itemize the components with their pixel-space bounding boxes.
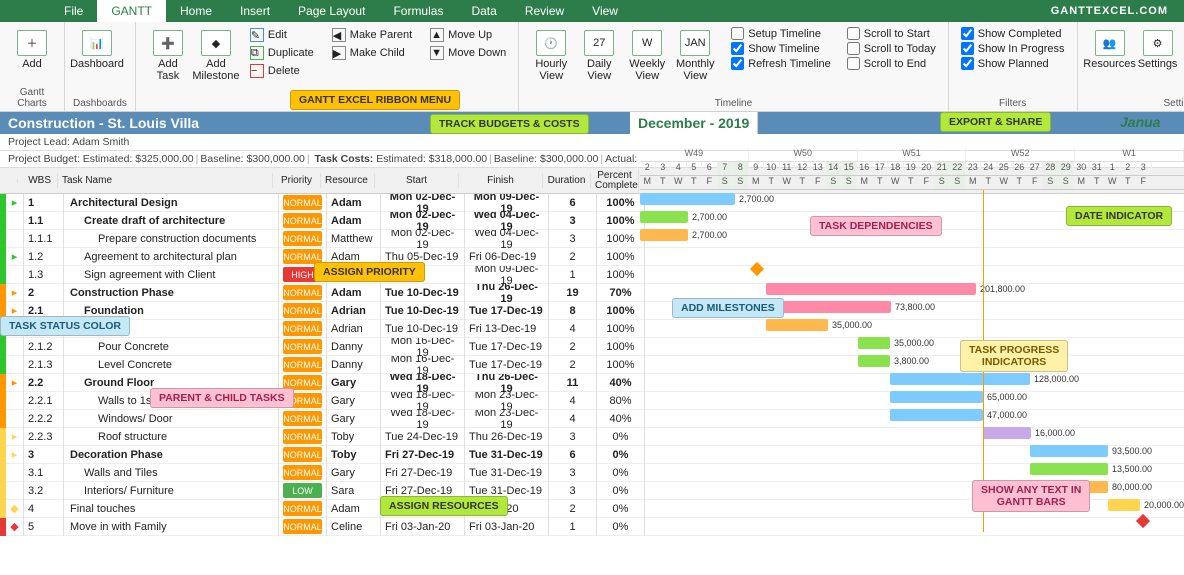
callout-priority: ASSIGN PRIORITY bbox=[314, 262, 425, 282]
group-label: Settings bbox=[1086, 98, 1184, 111]
callout-ribbon: GANTT EXCEL RIBBON MENU bbox=[290, 90, 460, 110]
callout-status: TASK STATUS COLOR bbox=[0, 316, 130, 336]
scroll-end[interactable]: Scroll to End bbox=[843, 56, 940, 71]
group-label: Filters bbox=[957, 98, 1069, 111]
refresh-timeline[interactable]: Refresh Timeline bbox=[727, 56, 835, 71]
daynum-row: 2345678910111213141516171819202122232425… bbox=[640, 162, 1184, 176]
table-row[interactable]: 1.1 Create draft of architecture NORMAL … bbox=[0, 212, 1184, 230]
make-child-button[interactable]: ▶Make Child bbox=[328, 44, 416, 62]
menu-tab[interactable]: Insert bbox=[226, 0, 284, 22]
group-label: Timeline bbox=[527, 98, 940, 111]
scroll-today[interactable]: Scroll to Today bbox=[843, 41, 940, 56]
callout-milestones: ADD MILESTONES bbox=[672, 298, 784, 318]
gantt-bar[interactable]: 35,000.00 bbox=[858, 337, 890, 349]
menu-tab[interactable]: GANTT bbox=[97, 0, 166, 22]
show-completed[interactable]: Show Completed bbox=[957, 26, 1069, 41]
menu-tab[interactable]: File bbox=[50, 0, 97, 22]
menu-tab[interactable]: Review bbox=[511, 0, 578, 22]
menubar: FileGANTTHomeInsertPage LayoutFormulasDa… bbox=[0, 0, 1184, 22]
gantt-bar[interactable]: 16,000.00 bbox=[983, 427, 1031, 439]
gantt-bar[interactable]: 2,700.00 bbox=[640, 229, 688, 241]
callout-budgets: TRACK BUDGETS & COSTS bbox=[430, 114, 589, 134]
week-row: W49W50W51W52W1 bbox=[640, 148, 1184, 162]
callout-progress: TASK PROGRESS INDICATORS bbox=[960, 340, 1068, 372]
gantt-bar[interactable]: 2,700.00 bbox=[640, 211, 688, 223]
move-up-button[interactable]: ▲Move Up bbox=[426, 26, 510, 44]
ribbon: ＋Add Gantt Charts 📊Dashboard Dashboards … bbox=[0, 22, 1184, 112]
brand: GANTTEXCEL.COM bbox=[1051, 5, 1184, 17]
add-button[interactable]: ＋Add bbox=[8, 26, 56, 74]
resources-button[interactable]: 👥Resources bbox=[1086, 26, 1134, 82]
table-row[interactable]: 1.1.1 Prepare construction documents NOR… bbox=[0, 230, 1184, 248]
menu-tab[interactable]: Page Layout bbox=[284, 0, 379, 22]
table-row[interactable]: ▸ 1 Architectural Design NORMAL Adam Mon… bbox=[0, 194, 1184, 212]
settings-button[interactable]: ⚙Settings bbox=[1134, 26, 1182, 82]
callout-export: EXPORT & SHARE bbox=[940, 112, 1051, 132]
show-planned[interactable]: Show Planned bbox=[957, 56, 1069, 71]
callout-showtext: SHOW ANY TEXT IN GANTT BARS bbox=[972, 480, 1090, 512]
next-month: Janua bbox=[1120, 114, 1160, 130]
month-label: December - 2019 bbox=[630, 112, 758, 134]
add-task-button[interactable]: ➕Add Task bbox=[144, 26, 192, 86]
gantt-bar[interactable]: 73,800.00 bbox=[766, 301, 891, 313]
project-title: Construction - St. Louis Villa bbox=[8, 115, 199, 131]
callout-parent: PARENT & CHILD TASKS bbox=[150, 388, 294, 408]
table-row[interactable]: 1.3 Sign agreement with Client HIGH Mon … bbox=[0, 266, 1184, 284]
menu-tab[interactable]: Home bbox=[166, 0, 226, 22]
scroll-start[interactable]: Scroll to Start bbox=[843, 26, 940, 41]
gantt-bar[interactable]: 93,500.00 bbox=[1030, 445, 1108, 457]
edit-button[interactable]: ✎Edit bbox=[246, 26, 318, 44]
gantt-bar[interactable]: 35,000.00 bbox=[766, 319, 828, 331]
show-timeline[interactable]: Show Timeline bbox=[727, 41, 835, 56]
monthly-view-button[interactable]: JANMonthly View bbox=[671, 26, 719, 86]
gantt-bar[interactable]: 128,000.00 bbox=[890, 373, 1030, 385]
menu-tab[interactable]: View bbox=[578, 0, 632, 22]
add-milestone-button[interactable]: ◆Add Milestone bbox=[192, 26, 240, 86]
gantt-bar[interactable]: 47,000.00 bbox=[890, 409, 983, 421]
group-label: Dashboards bbox=[73, 98, 127, 111]
table-row[interactable]: ▸ 1.2 Agreement to architectural plan NO… bbox=[0, 248, 1184, 266]
menu-tab[interactable]: Formulas bbox=[379, 0, 457, 22]
gantt-area: W49W50W51W52W1 2345678910111213141516171… bbox=[640, 148, 1184, 190]
dayletter-row: MTWTFSSMTWTFSSMTWTFSSMTWTFSSMTWTF bbox=[640, 176, 1184, 190]
group-label: Gantt Charts bbox=[8, 87, 56, 111]
gantt-bar[interactable]: 201,800.00 bbox=[766, 283, 976, 295]
make-parent-button[interactable]: ◀Make Parent bbox=[328, 26, 416, 44]
gantt-bar[interactable]: 2,700.00 bbox=[640, 193, 735, 205]
gantt-bar[interactable]: 13,500.00 bbox=[1030, 463, 1108, 475]
daily-view-button[interactable]: 27Daily View bbox=[575, 26, 623, 86]
setup-timeline[interactable]: Setup Timeline bbox=[727, 26, 835, 41]
gantt-bar[interactable]: 20,000.00 bbox=[1108, 499, 1140, 511]
duplicate-button[interactable]: ⧉Duplicate bbox=[246, 44, 318, 62]
delete-button[interactable]: −Delete bbox=[246, 62, 318, 80]
callout-deps: TASK DEPENDENCIES bbox=[810, 216, 942, 236]
callout-resources: ASSIGN RESOURCES bbox=[380, 496, 508, 516]
callout-date: DATE INDICATOR bbox=[1066, 206, 1172, 226]
hourly-view-button[interactable]: 🕐Hourly View bbox=[527, 26, 575, 86]
table-row[interactable]: NORMAL Adrian Tue 10-Dec-19 Fri 13-Dec-1… bbox=[0, 320, 1184, 338]
menu-tab[interactable]: Data bbox=[457, 0, 510, 22]
move-down-button[interactable]: ▼Move Down bbox=[426, 44, 510, 62]
gantt-bar[interactable]: 65,000.00 bbox=[890, 391, 983, 403]
show-inprogress[interactable]: Show In Progress bbox=[957, 41, 1069, 56]
weekly-view-button[interactable]: WWeekly View bbox=[623, 26, 671, 86]
dashboard-button[interactable]: 📊Dashboard bbox=[73, 26, 121, 74]
table-row[interactable]: ◆ 5 Move in with Family NORMAL Celine Fr… bbox=[0, 518, 1184, 536]
table-row[interactable]: ▸ 2.1 Foundation NORMAL Adrian Tue 10-De… bbox=[0, 302, 1184, 320]
gantt-bar[interactable]: 3,800.00 bbox=[858, 355, 890, 367]
table-row[interactable]: ▸ 3 Decoration Phase NORMAL Toby Fri 27-… bbox=[0, 446, 1184, 464]
